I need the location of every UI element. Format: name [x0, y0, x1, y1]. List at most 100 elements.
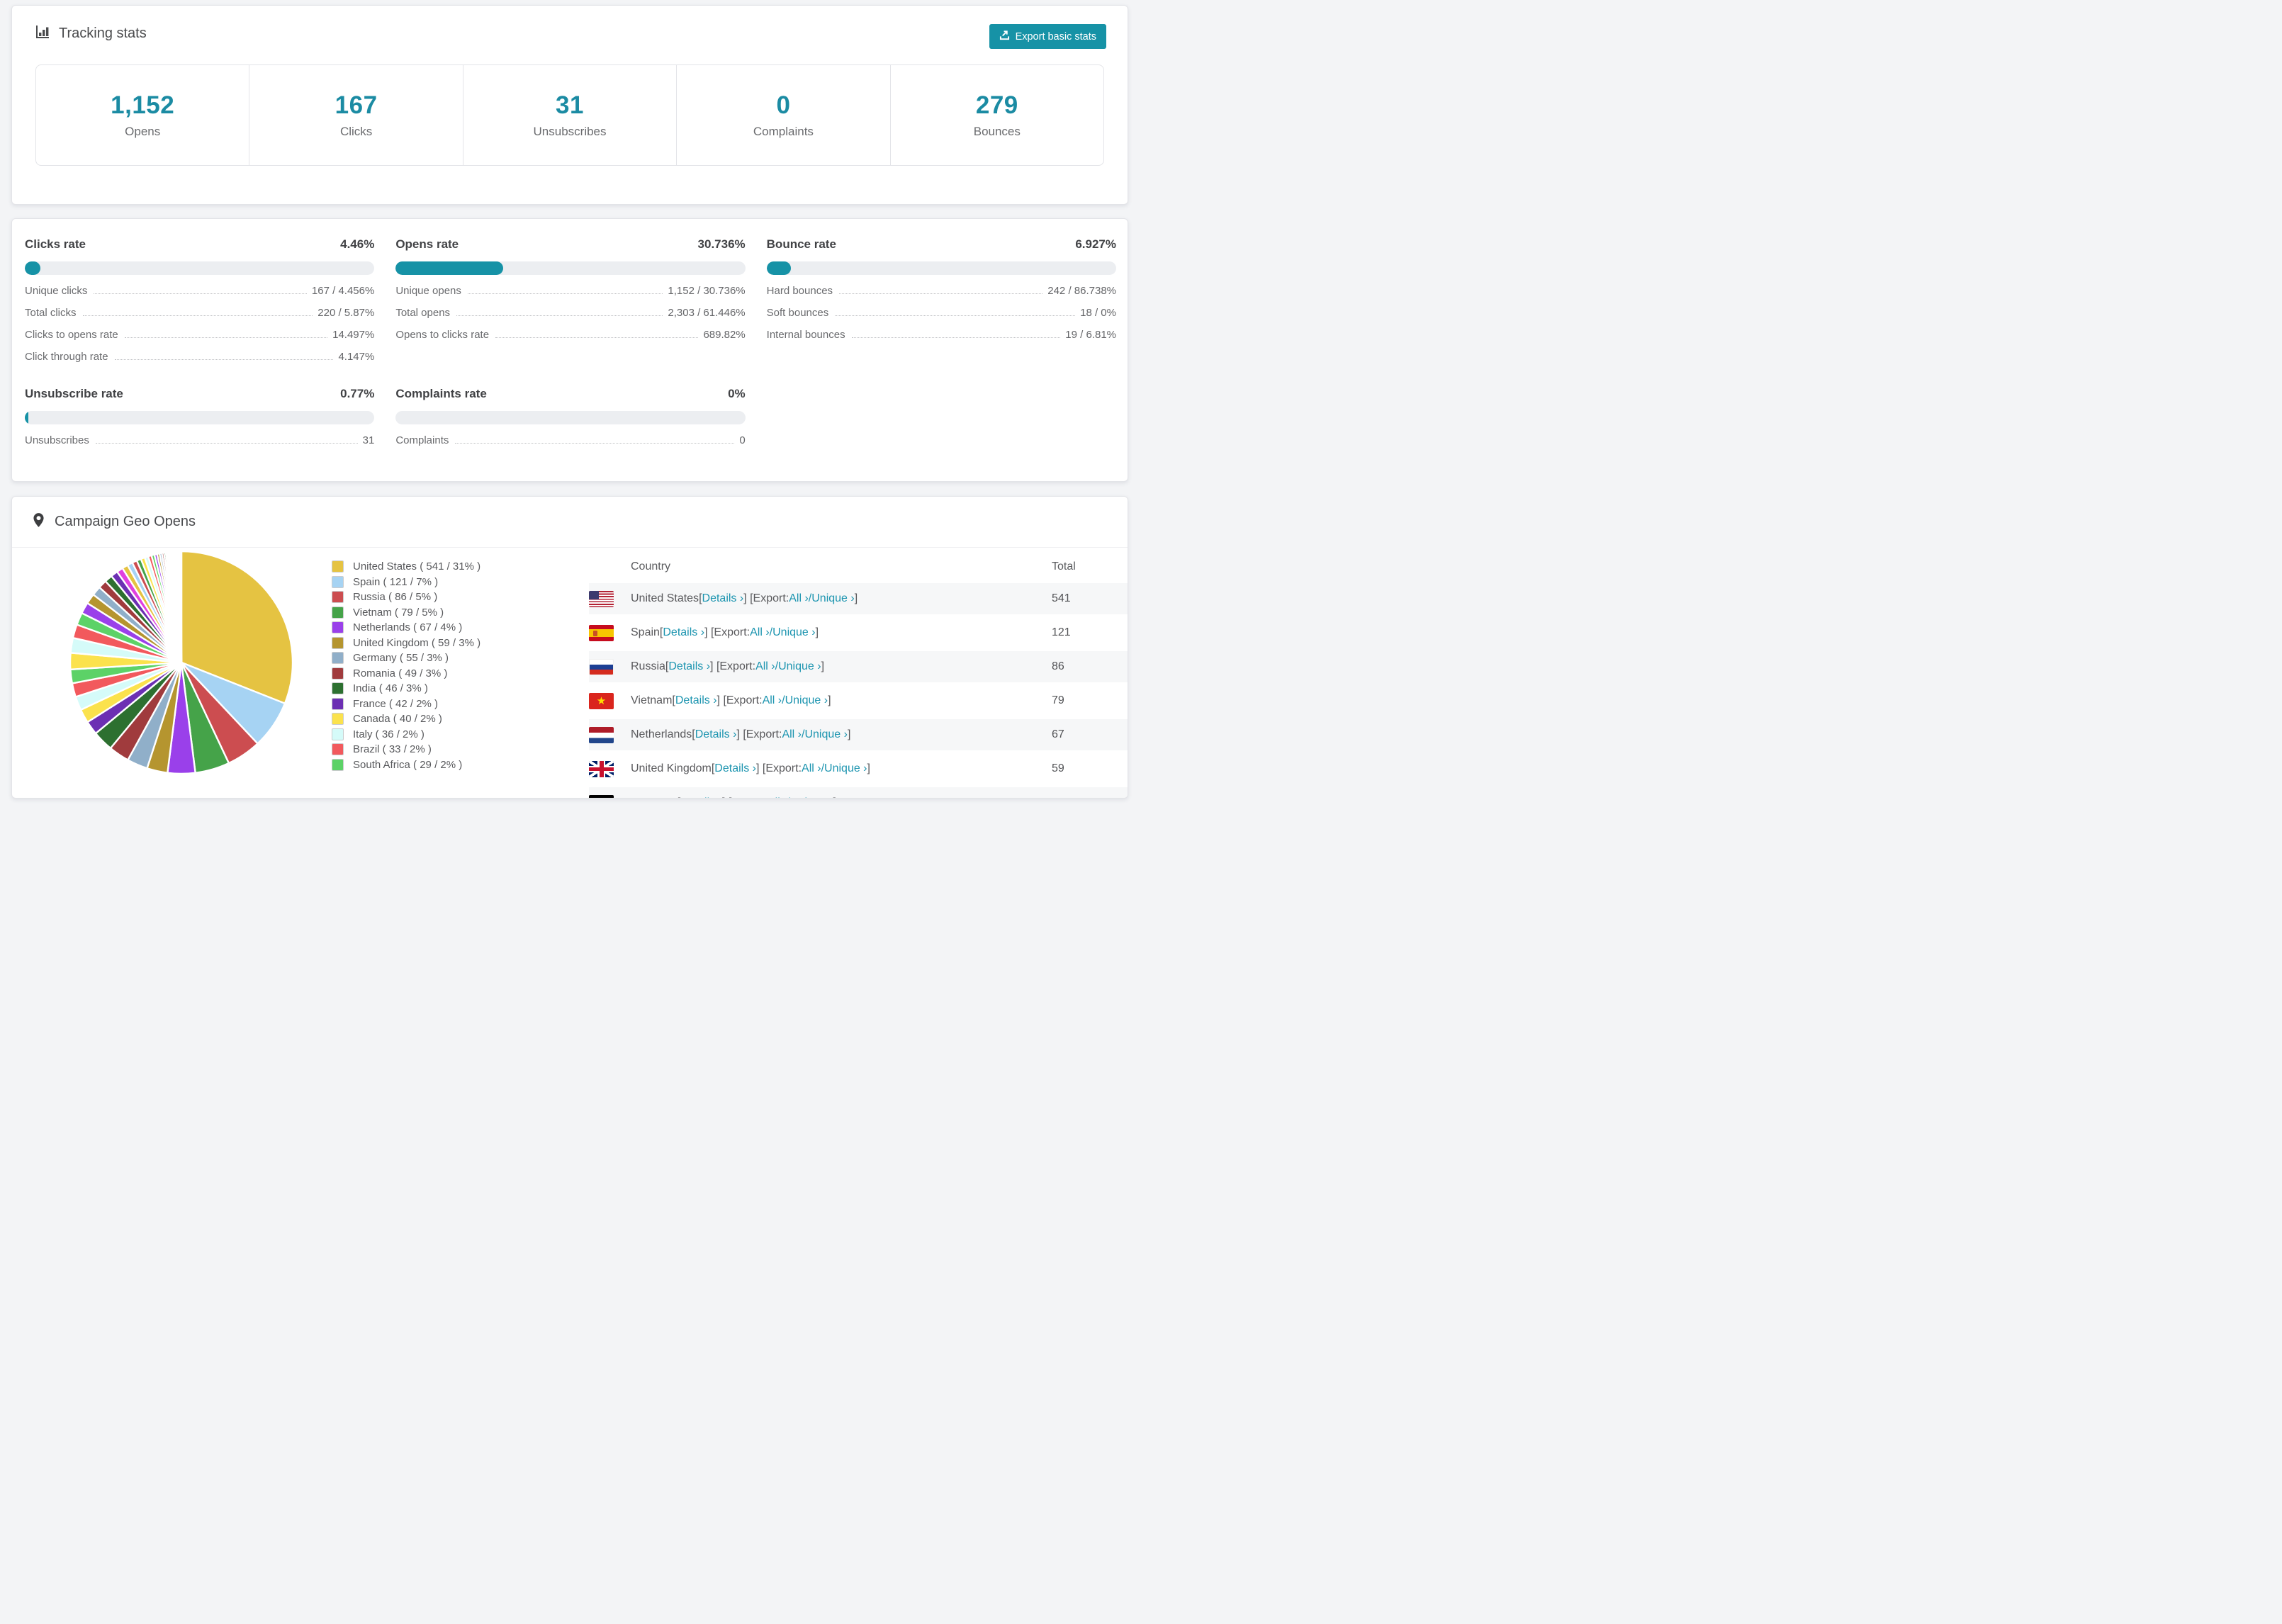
rate-block-complaints-rate: Complaints rate 0% Complaints 0 — [395, 387, 746, 446]
stat-label: Unsubscribes — [533, 125, 607, 138]
legend-item-united-states[interactable]: United States ( 541 / 31% ) — [332, 559, 480, 575]
legend-item-brazil[interactable]: Brazil ( 33 / 2% ) — [332, 742, 480, 757]
nl-flag-icon — [589, 726, 614, 743]
legend-swatch — [332, 652, 344, 665]
legend-item-south-africa[interactable]: South Africa ( 29 / 2% ) — [332, 757, 480, 773]
country-cell: Netherlands [Details ›] [Export: All › /… — [589, 726, 1052, 743]
ru-flag-icon — [589, 658, 614, 675]
rate-block-bounce-rate: Bounce rate 6.927% Hard bounces 242 / 86.73… — [766, 237, 1116, 363]
legend-label: Romania ( 49 / 3% ) — [353, 667, 448, 680]
dotted-leader — [95, 443, 358, 444]
legend-label: Italy ( 36 / 2% ) — [353, 728, 425, 740]
details-link[interactable]: Details › — [668, 660, 710, 673]
rate-row: Total clicks 220 / 5.87% — [25, 307, 374, 319]
legend-swatch — [332, 728, 344, 740]
bracket: ] — [867, 762, 870, 774]
legend-item-romania[interactable]: Romania ( 49 / 3% ) — [332, 666, 480, 682]
bracket: ] [Export: — [736, 728, 782, 740]
rate-row: Internal bounces 19 / 6.81% — [767, 329, 1116, 341]
details-link[interactable]: Details › — [695, 728, 737, 741]
es-flag-icon — [589, 624, 614, 641]
export-all-link[interactable]: All › — [768, 796, 787, 798]
legend-item-canada[interactable]: Canada ( 40 / 2% ) — [332, 711, 480, 727]
bracket: ] [Export: — [704, 626, 751, 638]
rate-rows: Unique opens 1,152 / 30.736% Total opens 2,… — [395, 285, 745, 341]
page-title: Tracking stats — [59, 26, 147, 41]
legend-swatch — [332, 591, 344, 604]
rate-row: Hard bounces 242 / 86.738% — [767, 285, 1116, 297]
rate-rows: Complaints 0 — [395, 434, 745, 446]
stat-label: Complaints — [753, 125, 814, 138]
country-name: Russia — [631, 660, 665, 672]
legend-swatch — [332, 697, 344, 710]
legend-item-russia[interactable]: Russia ( 86 / 5% ) — [332, 590, 480, 605]
legend-item-france[interactable]: France ( 42 / 2% ) — [332, 697, 480, 712]
stat-value: 1,152 — [111, 91, 175, 119]
details-link[interactable]: Details › — [675, 694, 717, 707]
stat-label: Bounces — [973, 125, 1021, 138]
bracket: ] — [854, 592, 858, 604]
rate-row-value: 242 / 86.738% — [1047, 285, 1116, 297]
dotted-leader — [851, 337, 1061, 338]
export-unique-link[interactable]: Unique › — [785, 694, 828, 707]
rate-row-label: Clicks to opens rate — [25, 329, 118, 341]
legend-swatch — [332, 682, 344, 695]
export-all-link[interactable]: All › — [782, 728, 802, 741]
legend-label: India ( 46 / 3% ) — [353, 682, 428, 695]
export-basic-stats-button[interactable]: Export basic stats — [989, 24, 1106, 49]
rate-value: 30.736% — [697, 237, 746, 251]
total-cell: 541 — [1052, 592, 1071, 604]
export-all-link[interactable]: All › — [755, 660, 775, 673]
us-flag-icon — [589, 590, 614, 607]
stat-value: 279 — [975, 91, 1018, 119]
rate-progress-fill — [395, 261, 503, 275]
bracket: ] [Export: — [710, 660, 756, 672]
details-link[interactable]: Details › — [680, 796, 722, 798]
dotted-leader — [839, 293, 1043, 294]
export-unique-link[interactable]: Unique › — [811, 592, 854, 605]
rate-progress-fill — [766, 261, 791, 275]
rate-head: Bounce rate 6.927% — [767, 237, 1116, 252]
dotted-leader — [456, 315, 663, 316]
rate-row: Opens to clicks rate 689.82% — [395, 329, 745, 341]
export-all-link[interactable]: All › — [789, 592, 809, 605]
legend-item-india[interactable]: India ( 46 / 3% ) — [332, 681, 480, 697]
legend-item-netherlands[interactable]: Netherlands ( 67 / 4% ) — [332, 620, 480, 636]
country-cell: United Kingdom [Details ›] [Export: All … — [589, 760, 1052, 777]
legend-item-germany[interactable]: Germany ( 55 / 3% ) — [332, 650, 480, 666]
country-name: Netherlands — [631, 728, 692, 740]
total-cell: 121 — [1052, 626, 1071, 638]
export-all-link[interactable]: All › — [750, 626, 770, 639]
export-all-link[interactable]: All › — [763, 694, 782, 707]
legend-item-united-kingdom[interactable]: United Kingdom ( 59 / 3% ) — [332, 636, 480, 651]
legend-label: Canada ( 40 / 2% ) — [353, 713, 442, 726]
rate-row-value: 220 / 5.87% — [317, 307, 375, 319]
legend-item-italy[interactable]: Italy ( 36 / 2% ) — [332, 727, 480, 743]
export-unique-link[interactable]: Unique › — [778, 660, 821, 673]
export-unique-link[interactable]: Unique › — [790, 796, 833, 798]
rate-head: Opens rate 30.736% — [395, 237, 745, 252]
legend-item-vietnam[interactable]: Vietnam ( 79 / 5% ) — [332, 605, 480, 621]
export-unique-link[interactable]: Unique › — [804, 728, 847, 741]
export-all-link[interactable]: All › — [802, 762, 821, 775]
export-unique-link[interactable]: Unique › — [824, 762, 867, 775]
rate-title: Unsubscribe rate — [25, 387, 123, 400]
rate-row-label: Soft bounces — [766, 307, 829, 319]
rate-progress-track — [25, 411, 375, 424]
rate-row: Complaints 0 — [395, 434, 745, 446]
bracket: ] — [833, 796, 836, 798]
rate-row-value: 689.82% — [703, 329, 746, 341]
total-cell: 67 — [1052, 728, 1064, 740]
details-link[interactable]: Details › — [702, 592, 744, 605]
legend-item-spain[interactable]: Spain ( 121 / 7% ) — [332, 575, 480, 590]
details-link[interactable]: Details › — [714, 762, 756, 775]
dotted-leader — [835, 315, 1076, 316]
legend-label: Vietnam ( 79 / 5% ) — [353, 606, 444, 619]
details-link[interactable]: Details › — [663, 626, 704, 639]
export-unique-link[interactable]: Unique › — [772, 626, 815, 639]
rate-row-value: 4.147% — [338, 351, 375, 363]
gb-flag-icon — [589, 760, 614, 777]
rate-value: 0% — [728, 387, 746, 400]
rate-head: Unsubscribe rate 0.77% — [25, 387, 374, 401]
bracket: ] — [847, 728, 851, 740]
